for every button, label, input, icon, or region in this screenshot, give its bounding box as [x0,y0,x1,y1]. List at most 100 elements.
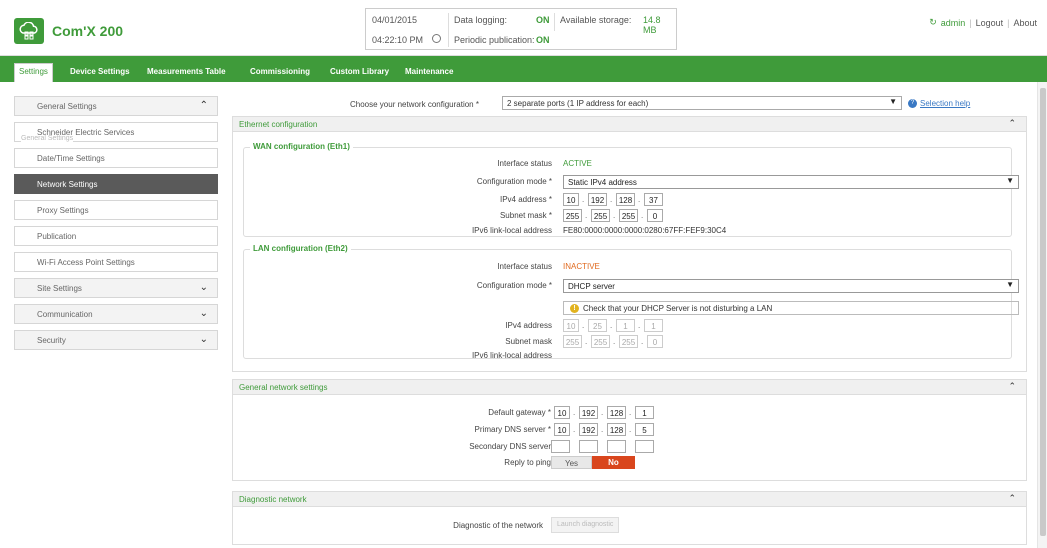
launch-diagnostic-button[interactable]: Launch diagnostic [551,517,620,533]
secondary-dns-label: Secondary DNS server [469,442,551,451]
primary-dns-octet-2[interactable]: 192 [579,423,598,436]
sidebar-group-security[interactable]: Security ⌄ [14,330,218,350]
wan-ipv4-octet-4[interactable]: 37 [644,193,663,206]
ip-dot: . [601,408,604,417]
chevron-up-icon: ⌃ [1008,118,1016,128]
sidebar-item-publication[interactable]: Publication [14,226,218,246]
ping-yes-toggle[interactable]: Yes [551,456,592,469]
secondary-dns-octet-4[interactable] [635,440,654,453]
header: Com'X 200 04/01/2015 04:22:10 PM Data lo… [0,0,1047,56]
sidebar-item-network-settings[interactable]: Network Settings [14,174,218,194]
primary-dns-label: Primary DNS server * [474,425,551,434]
diagnostic-network-header[interactable]: Diagnostic network ⌃ [232,491,1027,507]
primary-dns-octet-4[interactable]: 5 [635,423,654,436]
lan-fieldset: LAN configuration (Eth2) Interface statu… [243,244,1019,360]
wan-subnet-octet-1[interactable]: 255 [563,209,582,222]
storage-label: Available storage: [560,15,632,25]
wan-interface-status: ACTIVE [563,159,592,168]
sidebar-item-wifi-access-point-settings[interactable]: Wi-Fi Access Point Settings [14,252,218,272]
ping-no-toggle[interactable]: No [592,456,635,469]
user-name-link[interactable]: admin [941,18,966,28]
wan-ipv4-octet-3[interactable]: 128 [616,193,635,206]
main-nav: Settings Device Settings Measurements Ta… [0,56,1047,82]
ip-dot: . [585,337,588,346]
gateway-octet-3[interactable]: 128 [607,406,626,419]
scrollbar-thumb[interactable] [1040,88,1046,536]
wan-config-mode-select[interactable]: Static IPv4 address ▼ [563,175,1019,189]
sidebar-group-label: Security [37,336,66,345]
primary-dns-octet-3[interactable]: 128 [607,423,626,436]
lan-interface-status: INACTIVE [563,262,600,271]
sidebar-item-label: Publication [37,232,77,241]
sidebar-item-schneider-electric-services[interactable]: Schneider Electric Services General Sett… [14,122,218,142]
date-display: 04/01/2015 [372,15,418,25]
wan-subnet-octet-3[interactable]: 255 [619,209,638,222]
config-mode-label: Configuration mode * [476,281,552,290]
sidebar-group-label: Site Settings [37,284,82,293]
primary-dns-octet-1[interactable]: 10 [554,423,570,436]
secondary-dns-octet-2[interactable] [579,440,598,453]
secondary-dns-octet-1[interactable] [551,440,570,453]
divider [554,13,555,31]
gateway-octet-1[interactable]: 10 [554,406,570,419]
ip-dot: . [638,195,641,204]
gateway-octet-2[interactable]: 192 [579,406,598,419]
ethernet-config-header[interactable]: Ethernet configuration ⌃ [232,116,1027,132]
dhcp-warning: ! Check that your DHCP Server is not dist… [563,301,1019,315]
ip-dot: . [629,425,632,434]
wan-subnet-octet-4[interactable]: 0 [647,209,663,222]
about-link[interactable]: About [1013,18,1037,28]
lan-subnet-octet-2: 255 [591,335,610,348]
secondary-dns-octet-3[interactable] [607,440,626,453]
lan-config-mode-select[interactable]: DHCP server ▼ [563,279,1019,293]
ip-dot: . [613,211,616,220]
chevron-down-icon: ⌄ [199,308,208,319]
lan-subnet-octet-1: 255 [563,335,582,348]
sidebar-item-date-time-settings[interactable]: Date/Time Settings [14,148,218,168]
wan-ipv4-octet-2[interactable]: 192 [588,193,607,206]
sidebar-item-proxy-settings[interactable]: Proxy Settings [14,200,218,220]
interface-status-label: Interface status [497,262,552,271]
sidebar-group-communication[interactable]: Communication ⌄ [14,304,218,324]
ethernet-config-body: WAN configuration (Eth1) Interface statu… [232,132,1027,372]
ip-dot: . [610,195,613,204]
logout-link[interactable]: Logout [976,18,1004,28]
tab-measurements-table[interactable]: Measurements Table [143,64,230,82]
periodic-publication-label: Periodic publication: [454,35,535,45]
gateway-octet-4[interactable]: 1 [635,406,654,419]
tab-settings[interactable]: Settings [14,63,53,82]
tab-custom-library[interactable]: Custom Library [326,64,393,82]
ip-dot: . [629,408,632,417]
tab-commissioning[interactable]: Commissioning [246,64,314,82]
ipv6-label: IPv6 link-local address [471,351,552,360]
tab-maintenance[interactable]: Maintenance [401,64,457,82]
general-network-header[interactable]: General network settings ⌃ [232,379,1027,395]
wan-ipv6-value: FE80:0000:0000:0000:0280:67FF:FEF9:30C4 [563,226,727,235]
ip-dot: . [585,211,588,220]
select-value: DHCP server [568,282,615,291]
chevron-up-icon: ⌃ [1008,493,1016,503]
ip-dot: . [638,321,641,330]
sidebar-group-site-settings[interactable]: Site Settings ⌄ [14,278,218,298]
network-config-select[interactable]: 2 separate ports (1 IP address for each)… [502,96,902,110]
interface-status-label: Interface status [497,159,552,168]
wan-fieldset: WAN configuration (Eth1) Interface statu… [243,142,1019,237]
selection-help-link[interactable]: ? Selection help [908,99,970,109]
tab-device-settings[interactable]: Device Settings [66,64,134,82]
warning-icon: ! [570,304,579,314]
reply-to-ping-label: Reply to ping [504,458,551,467]
status-panel: 04/01/2015 04:22:10 PM Data logging: ON … [365,8,677,50]
ip-dot: . [641,211,644,220]
app-title: Com'X 200 [52,23,124,39]
page-scrollbar[interactable] [1037,82,1047,548]
sidebar-group-general-settings[interactable]: General Settings ⌃ [14,96,218,116]
wan-subnet-octet-2[interactable]: 255 [591,209,610,222]
diagnostic-label: Diagnostic of the network [453,521,543,530]
warning-text: Check that your DHCP Server is not distu… [583,304,773,313]
data-logging-value: ON [536,15,550,25]
sidebar-item-label: Network Settings [37,180,98,189]
sidebar-item-label: Wi-Fi Access Point Settings [37,258,135,267]
chevron-up-icon: ⌃ [199,100,208,111]
clock-icon [432,34,441,43]
wan-ipv4-octet-1[interactable]: 10 [563,193,579,206]
